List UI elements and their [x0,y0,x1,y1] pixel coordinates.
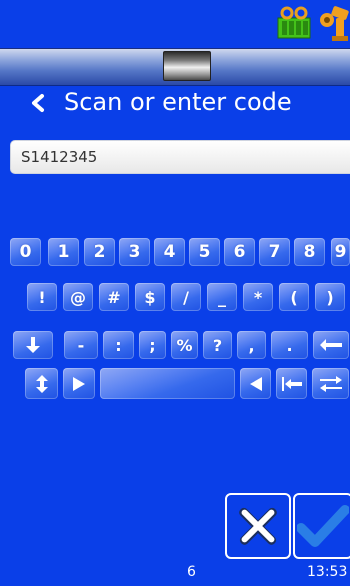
robot-icon [320,6,349,41]
key-right-arrow[interactable] [63,368,95,399]
key-digit-5[interactable]: 5 [189,238,220,266]
key-colon[interactable]: : [103,331,134,359]
key-symbol-8[interactable]: ) [315,283,345,311]
battery-icon [277,6,311,39]
key-digit-7[interactable]: 7 [259,238,290,266]
key-comma[interactable]: , [237,331,266,359]
key-shift[interactable] [25,368,58,399]
key-symbol-5[interactable]: _ [207,283,237,311]
cancel-button[interactable] [225,493,291,559]
key-symbol-3[interactable]: $ [135,283,165,311]
right-triangle-icon [73,376,85,391]
key-digit-4[interactable]: 4 [154,238,185,266]
key-digit-9[interactable]: 9 [331,238,350,266]
key-period[interactable]: . [271,331,308,359]
clock-time: 13:53 [307,564,348,580]
code-input[interactable]: S1412345 [10,140,350,174]
key-symbol-0[interactable]: ! [27,283,57,311]
key-digit-3[interactable]: 3 [119,238,150,266]
arrow-down-icon [26,337,40,353]
key-semicolon[interactable]: ; [139,331,166,359]
key-digit-6[interactable]: 6 [224,238,255,266]
key-tab[interactable] [312,368,349,399]
key-digit-8[interactable]: 8 [294,238,325,266]
status-bar [0,0,350,48]
page-number: 6 [187,564,196,580]
key-arrow-down[interactable] [13,331,53,359]
key-symbol-6[interactable]: * [243,283,273,311]
confirm-button[interactable] [293,493,350,559]
key-symbol-2[interactable]: # [99,283,129,311]
key-digit-2[interactable]: 2 [84,238,115,266]
close-icon [239,507,277,545]
key-home[interactable] [276,368,307,399]
key-left-arrow[interactable] [240,368,271,399]
page-title: Scan or enter code [64,88,292,116]
checkmark-icon [297,505,349,547]
key-question[interactable]: ? [203,331,232,359]
slider-knob[interactable] [163,51,211,81]
key-symbol-7[interactable]: ( [279,283,309,311]
key-dash[interactable]: - [64,331,98,359]
key-digit-0[interactable]: 0 [10,238,41,266]
key-space[interactable] [100,368,235,399]
key-symbol-1[interactable]: @ [63,283,93,311]
tab-arrows-icon [319,375,342,392]
backspace-arrow-icon [320,339,342,351]
title-row: Scan or enter code [0,86,350,120]
key-symbol-4[interactable]: / [171,283,201,311]
key-backspace[interactable] [313,331,349,359]
left-triangle-icon [249,376,262,391]
key-percent[interactable]: % [171,331,198,359]
key-digit-1[interactable]: 1 [48,238,79,266]
back-chevron-icon[interactable] [28,93,48,113]
arrow-to-start-icon [281,376,302,391]
up-down-arrow-icon [35,374,48,393]
